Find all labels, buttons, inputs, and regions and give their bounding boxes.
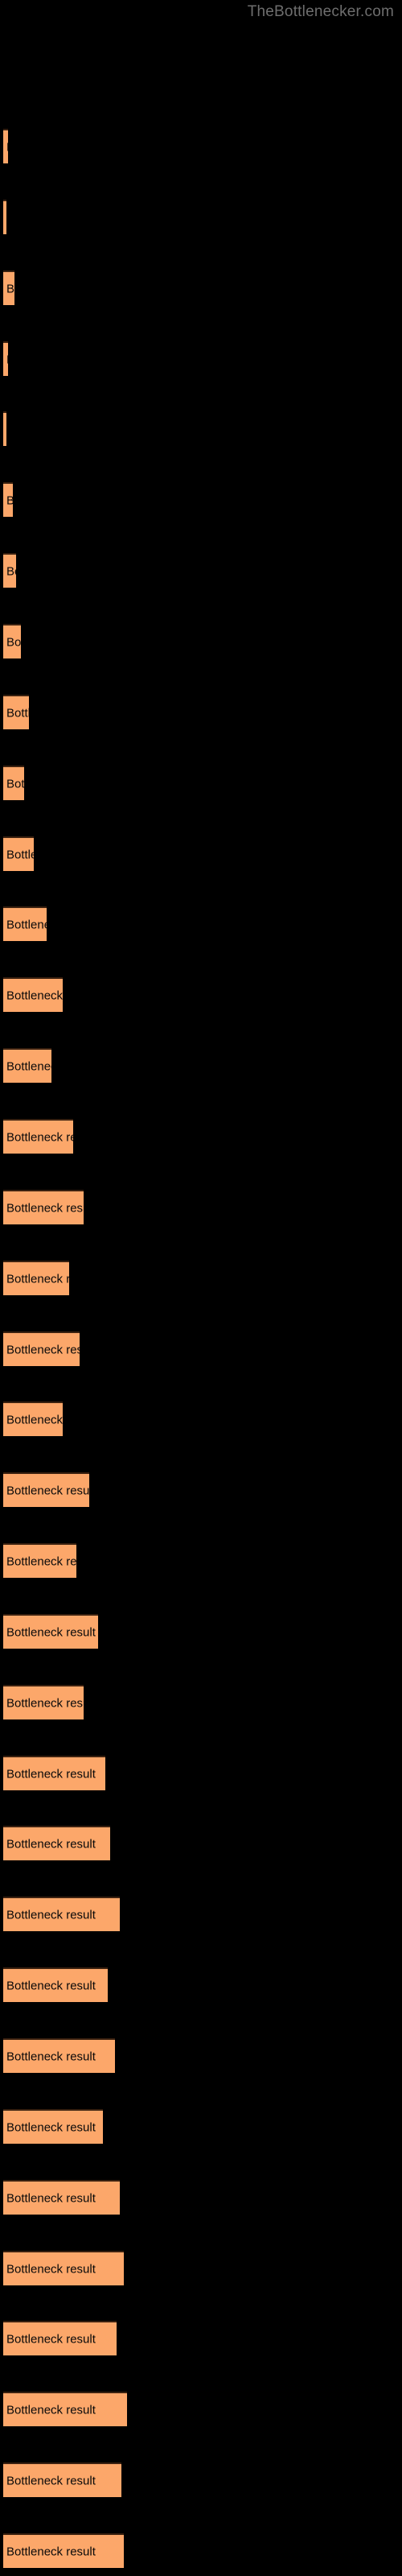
bar[interactable]: Bottleneck result xyxy=(3,341,8,376)
bar-label: Bottleneck result xyxy=(6,2332,96,2346)
bar[interactable]: Bottleneck result xyxy=(3,2251,124,2285)
bar-label: Bottleneck result xyxy=(6,2403,96,2417)
bar-label: Bottleneck result xyxy=(6,1343,80,1356)
bar[interactable]: Bottleneck result xyxy=(3,1967,108,2002)
bar-label: Bottleneck result xyxy=(6,2050,96,2063)
bar-label: Bottleneck result xyxy=(6,2262,96,2276)
bar-label: Bottleneck result xyxy=(6,1059,51,1073)
bar[interactable]: Bottleneck result xyxy=(3,200,6,234)
bar-label: Bottleneck result xyxy=(6,140,8,154)
bar-label: Bottleneck result xyxy=(6,1625,96,1639)
bar-label: Bottleneck result xyxy=(6,353,8,366)
bar-label: Bottleneck result xyxy=(6,1484,89,1497)
bar-label: Bottleneck result xyxy=(6,1696,84,1710)
bar-label: Bottleneck result xyxy=(6,1130,73,1144)
bar-label: Bottleneck result xyxy=(6,635,21,649)
bar[interactable]: Bottleneck result xyxy=(3,411,6,446)
bar-label: Bottleneck result xyxy=(6,564,16,578)
bar[interactable]: Bottleneck result xyxy=(3,553,16,588)
bar[interactable]: Bottleneck result xyxy=(3,129,8,163)
bar-label: Bottleneck result xyxy=(6,918,47,931)
bottleneck-chart: TheBottlenecker.com Bottleneck resultBot… xyxy=(0,0,402,2576)
bar[interactable]: Bottleneck result xyxy=(3,836,34,871)
bar[interactable]: Bottleneck result xyxy=(3,1190,84,1224)
bar-label: Bottleneck result xyxy=(6,1413,63,1426)
bar[interactable]: Bottleneck result xyxy=(3,1756,105,1790)
bar-label: Bottleneck result xyxy=(6,848,34,861)
bar[interactable]: Bottleneck result xyxy=(3,695,29,729)
bar-label: Bottleneck result xyxy=(6,1201,84,1215)
bar-label: Bottleneck result xyxy=(6,989,63,1002)
bar[interactable]: Bottleneck result xyxy=(3,624,21,658)
bar-label: Bottleneck result xyxy=(6,777,24,791)
bar-label: Bottleneck result xyxy=(6,1837,96,1851)
bar-label: Bottleneck result xyxy=(6,2191,96,2205)
bar-label: Bottleneck result xyxy=(6,493,13,507)
bar[interactable]: Bottleneck result xyxy=(3,1685,84,1719)
bar[interactable]: Bottleneck result xyxy=(3,2109,103,2144)
bar[interactable]: Bottleneck result xyxy=(3,1543,76,1578)
bar[interactable]: Bottleneck result xyxy=(3,2392,127,2426)
bar[interactable]: Bottleneck result xyxy=(3,1472,89,1507)
bar-label: Bottleneck result xyxy=(6,706,29,720)
plot-area: Bottleneck result Bottleneck result Bottle… xyxy=(0,0,402,2576)
bar-label: Bottleneck result xyxy=(6,2474,96,2487)
bar-label: Bottleneck result xyxy=(6,1908,96,1922)
bar[interactable]: Bottleneck result xyxy=(3,2038,115,2073)
bar-label: Bottleneck result xyxy=(6,2120,96,2134)
bar[interactable]: Bottleneck result xyxy=(3,906,47,941)
bar-label: Bottleneck result xyxy=(6,2545,96,2558)
bar[interactable]: Bottleneck result xyxy=(3,1048,51,1083)
bar[interactable]: Bottleneck result xyxy=(3,1331,80,1366)
bar-label: Bottleneck result xyxy=(6,282,14,295)
bar[interactable]: Bottleneck result xyxy=(3,766,24,800)
bar-label: Bottleneck result xyxy=(6,1767,96,1781)
bar[interactable]: Bottleneck result xyxy=(3,977,63,1012)
bar[interactable]: Bottleneck result xyxy=(3,1261,69,1295)
bar[interactable]: Bottleneck result xyxy=(3,2533,124,2568)
bar[interactable]: Bottleneck result xyxy=(3,1402,63,1436)
bar[interactable]: Bottleneck result xyxy=(3,1897,120,1931)
bar[interactable]: Bottleneck result xyxy=(3,1826,110,1860)
bar[interactable]: Bottleneck result xyxy=(3,1614,98,1649)
bar[interactable]: Bottleneck result xyxy=(3,2180,120,2215)
bar[interactable]: Bottleneck result xyxy=(3,1119,73,1154)
bar-label: Bottleneck result xyxy=(6,1554,76,1568)
bar-label: Bottleneck result xyxy=(6,1979,96,1992)
bar[interactable]: Bottleneck result xyxy=(3,270,14,305)
bar[interactable]: Bottleneck result xyxy=(3,2462,121,2497)
bar[interactable]: Bottleneck result xyxy=(3,2321,117,2355)
bar-label: Bottleneck result xyxy=(6,1272,69,1286)
bar[interactable]: Bottleneck result xyxy=(3,482,13,517)
